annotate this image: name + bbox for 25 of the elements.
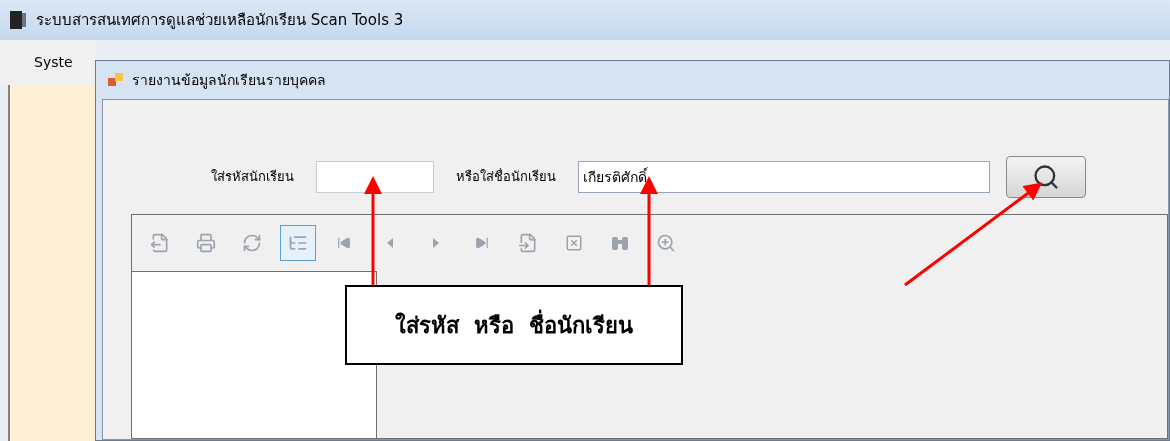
app-icon (8, 9, 28, 31)
callout-text: ใส่รหัส หรือ ชื่อนักเรียน (394, 308, 634, 340)
search-button[interactable] (1006, 156, 1086, 198)
first-page-icon (337, 236, 351, 250)
toolbar-button[interactable] (280, 225, 316, 261)
menu-item[interactable]: Syste (34, 54, 73, 70)
refresh-icon (242, 233, 262, 253)
search-icon (1032, 163, 1060, 191)
student-id-label: ใส่รหัสนักเรียน (211, 168, 294, 187)
tree-icon (288, 233, 308, 253)
export-icon (150, 233, 170, 253)
student-name-label: หรือใส่ชื่อนักเรียน (456, 167, 556, 187)
binoculars-icon (610, 234, 630, 252)
form-icon (108, 72, 124, 88)
window-title: ระบบสารสนเทศการดูแลช่วยเหลือนักเรียน Scan Tools 3 (36, 9, 404, 31)
student-name-field[interactable]: เกียรติศักดิ์ (578, 161, 990, 193)
print-icon (196, 233, 216, 253)
student-id-field[interactable] (316, 161, 434, 193)
child-window-title: รายงานข้อมูลนักเรียนรายบุคคล (132, 70, 326, 91)
go-to-page-icon (518, 233, 538, 253)
last-page-icon (475, 236, 489, 250)
previous-page-icon (385, 237, 395, 249)
stop-icon (565, 234, 583, 252)
next-page-icon (431, 237, 441, 249)
zoom-icon (656, 233, 676, 253)
